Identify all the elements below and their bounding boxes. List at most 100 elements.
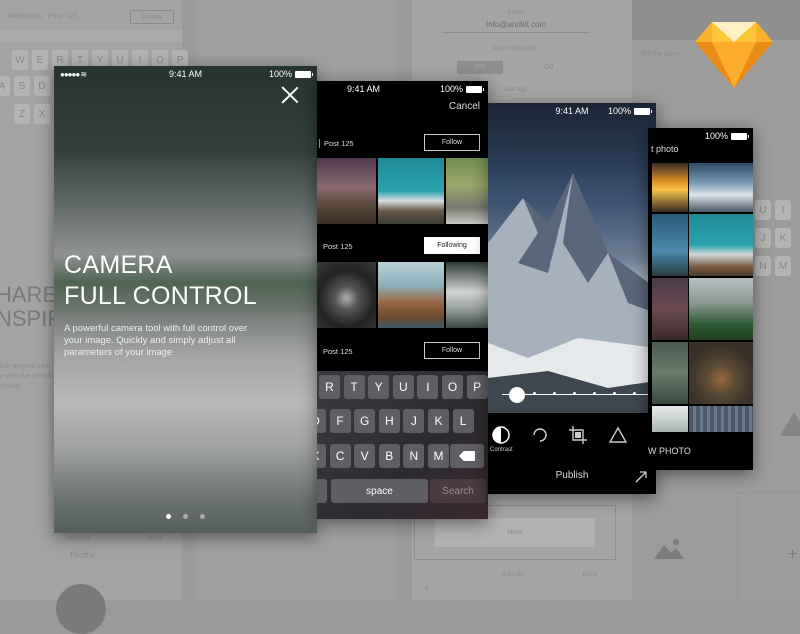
key-p[interactable]: P bbox=[466, 375, 488, 399]
key-u[interactable]: U bbox=[392, 375, 414, 399]
key-t[interactable]: T bbox=[343, 375, 365, 399]
key-o[interactable]: O bbox=[442, 375, 463, 399]
following-button[interactable]: Following bbox=[424, 237, 480, 254]
wf-profile-time: 9:41 AM bbox=[68, 536, 91, 542]
follow-button[interactable]: Follow bbox=[424, 342, 480, 359]
new-photo-button[interactable]: W PHOTO bbox=[648, 446, 691, 456]
photo-thumbnail[interactable] bbox=[652, 214, 688, 276]
title-line-2: FULL CONTROL bbox=[64, 282, 257, 310]
post-count: Post 125 bbox=[323, 347, 353, 356]
wf-triangle-icon bbox=[780, 412, 800, 436]
wf-on-toggle: ON bbox=[457, 61, 503, 74]
status-time: 9:41 AM bbox=[168, 69, 203, 79]
wf-hero-desc-2: e with the creativ bbox=[0, 373, 53, 380]
wf-key: I bbox=[775, 200, 791, 220]
wf-key: Z bbox=[14, 104, 30, 124]
wf-key: K bbox=[775, 228, 791, 248]
photo-thumbnail[interactable] bbox=[652, 406, 688, 432]
follow-button[interactable]: Follow bbox=[424, 134, 480, 151]
sketch-logo-icon bbox=[695, 20, 773, 90]
key-d[interactable]: D bbox=[317, 409, 326, 433]
mountain-photo bbox=[488, 103, 656, 413]
space-key[interactable]: space bbox=[331, 479, 428, 503]
wf-bottom-battery: 100% bbox=[582, 572, 598, 578]
contrast-icon[interactable] bbox=[491, 425, 511, 445]
photo-thumbnail[interactable] bbox=[689, 406, 753, 432]
photo-thumbnail[interactable] bbox=[652, 278, 688, 340]
rotate-icon[interactable] bbox=[530, 425, 550, 445]
wf-story-placeholder: Tell the story ... bbox=[640, 51, 688, 58]
wf-start-app: Start app bbox=[503, 87, 528, 93]
wf-hero-desc-1: lish original cont bbox=[0, 363, 51, 370]
photo-thumbnail[interactable] bbox=[446, 262, 488, 328]
photo-thumbnail[interactable] bbox=[317, 262, 376, 328]
wf-key: E bbox=[32, 50, 48, 70]
key-j[interactable]: J bbox=[403, 409, 425, 433]
cancel-button[interactable]: Cancel bbox=[449, 101, 480, 112]
battery-percent: 100% bbox=[704, 131, 728, 141]
key-c[interactable]: C bbox=[329, 444, 351, 468]
editor-screen: 9:41 AM 100% Contrast Publish bbox=[488, 103, 656, 494]
photo-thumbnail[interactable] bbox=[689, 163, 753, 212]
key-n[interactable]: N bbox=[403, 444, 425, 468]
battery-icon bbox=[731, 132, 749, 140]
key-v[interactable]: V bbox=[354, 444, 376, 468]
battery-icon bbox=[634, 107, 652, 115]
publish-button[interactable]: Publish bbox=[488, 470, 656, 481]
wf-profile-battery: 100% bbox=[147, 536, 163, 542]
key-b[interactable]: B bbox=[378, 444, 400, 468]
title-line-1: CAMERA bbox=[64, 251, 173, 279]
wf-hero-desc-3: munity bbox=[0, 383, 21, 390]
key-m[interactable]: M bbox=[428, 444, 449, 468]
close-icon[interactable] bbox=[281, 86, 299, 104]
triangle-icon[interactable] bbox=[608, 425, 628, 445]
photo-thumbnail[interactable] bbox=[652, 342, 688, 404]
key-x[interactable]: X bbox=[317, 444, 326, 468]
wf-bottom-time: 9:41 AM bbox=[502, 572, 525, 578]
wf-post: Post: 125 bbox=[48, 13, 78, 20]
wf-username: Meticulous bbox=[8, 13, 42, 20]
wf-follow-button: Follow bbox=[130, 10, 174, 24]
delete-key[interactable] bbox=[450, 444, 484, 468]
crop-icon[interactable] bbox=[568, 425, 588, 445]
key-g[interactable]: G bbox=[354, 409, 376, 433]
battery-icon bbox=[295, 70, 313, 78]
photo-thumbnail[interactable] bbox=[378, 158, 444, 224]
search-screen: 9:41 AM 100% Cancel Post 125 Follow Post… bbox=[317, 81, 488, 519]
share-arrow-icon[interactable] bbox=[634, 470, 647, 483]
photo-thumbnail[interactable] bbox=[689, 342, 753, 404]
page-dot[interactable] bbox=[183, 514, 188, 519]
wf-image-icon bbox=[654, 537, 684, 559]
wf-profile-title: Profile bbox=[70, 550, 96, 560]
photo-thumbnail[interactable] bbox=[378, 262, 444, 328]
key-h[interactable]: H bbox=[378, 409, 400, 433]
photo-thumbnail[interactable] bbox=[317, 158, 376, 224]
wf-key: A bbox=[0, 76, 10, 96]
key-f[interactable]: F bbox=[329, 409, 351, 433]
key-r[interactable]: R bbox=[319, 375, 340, 399]
photo-thumbnail[interactable] bbox=[689, 214, 753, 276]
key-y[interactable]: Y bbox=[368, 375, 390, 399]
battery-icon bbox=[466, 85, 484, 93]
photo-thumbnail[interactable] bbox=[652, 163, 688, 212]
key-i[interactable]: I bbox=[417, 375, 439, 399]
page-dot[interactable] bbox=[166, 514, 171, 519]
wf-key: U bbox=[755, 200, 771, 220]
key-l[interactable]: L bbox=[452, 409, 474, 433]
photo-thumbnail[interactable] bbox=[689, 278, 753, 340]
onboarding-description: A powerful camera tool with full control… bbox=[64, 323, 248, 358]
slider-tick bbox=[573, 392, 576, 395]
dictation-key[interactable] bbox=[317, 479, 327, 503]
keyboard: RTYUIOP DFGHJKL XCVBNMspaceSearch bbox=[317, 371, 488, 519]
page-dot[interactable] bbox=[200, 514, 205, 519]
key-k[interactable]: K bbox=[428, 409, 449, 433]
post-row: Post 125 Following bbox=[317, 237, 488, 257]
wf-key: W bbox=[12, 50, 28, 70]
wf-profile-avatar bbox=[56, 584, 106, 634]
wf-push-label: Push notification bbox=[493, 46, 538, 52]
photo-thumbnail[interactable] bbox=[446, 158, 488, 224]
search-key[interactable]: Search bbox=[430, 479, 486, 503]
wf-hero-line1: HARE bbox=[0, 282, 58, 307]
status-time: 9:41 AM bbox=[555, 106, 589, 116]
status-bar: 9:41 AM 100% bbox=[488, 103, 656, 119]
